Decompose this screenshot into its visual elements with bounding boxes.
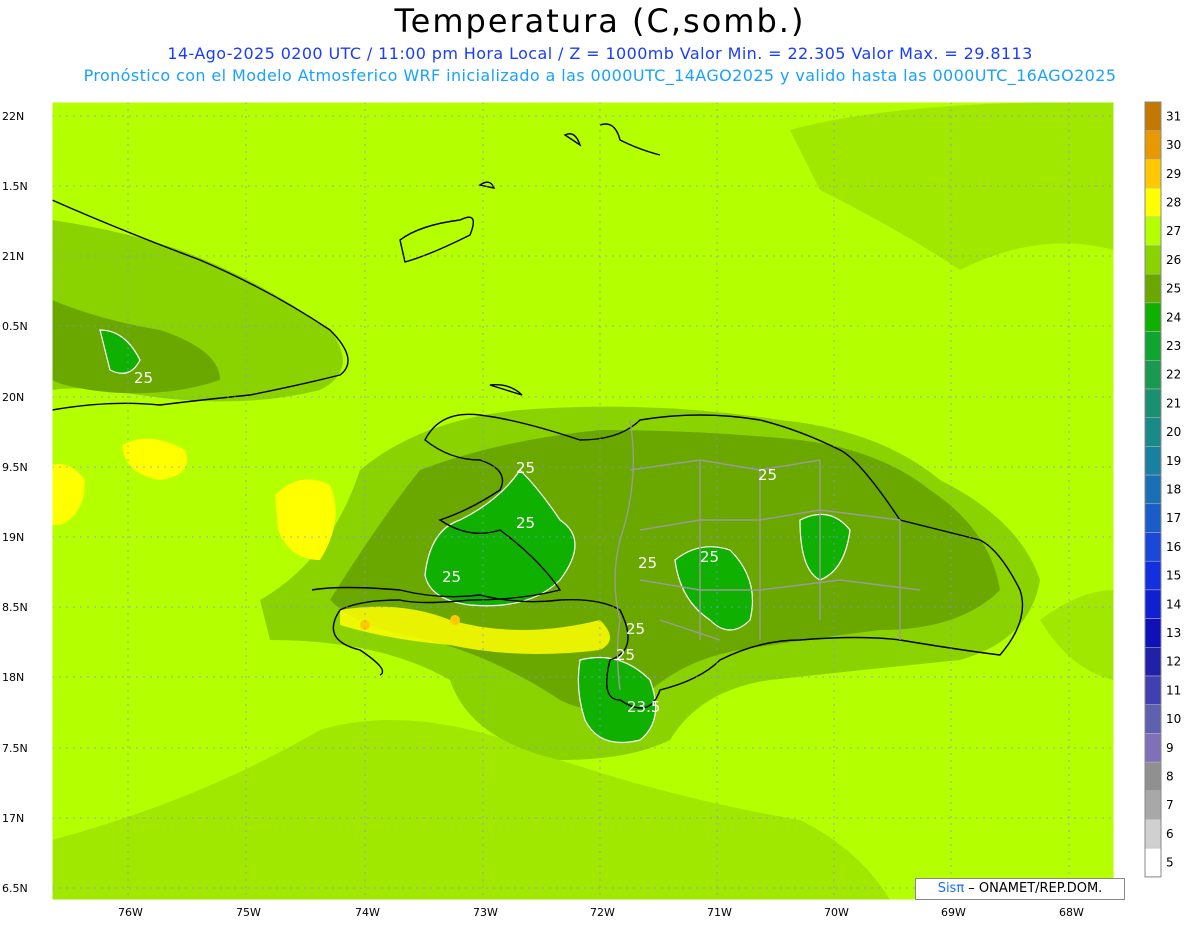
colorbar-swatch (1144, 130, 1162, 160)
colorbar-label: 30 (1166, 138, 1181, 152)
map-figure: 25 25 25 25 25 25 25 25 25 23.5 22N 1.5N… (2, 101, 1181, 919)
lat-tick-label: 20N (2, 391, 24, 404)
colorbar-swatch (1144, 704, 1162, 734)
colorbar: 31 30 29 28 27 26 25 24 23 22 21 20 19 18 17 16 15 14 13 12… (1144, 101, 1181, 878)
colorbar-swatch (1144, 618, 1162, 648)
colorbar-swatch (1144, 388, 1162, 418)
lon-tick-label: 70W (824, 906, 849, 919)
colorbar-label: 17 (1166, 511, 1181, 525)
colorbar-swatch (1144, 847, 1162, 878)
contour-label: 23.5 (627, 698, 660, 716)
colorbar-swatch (1144, 245, 1162, 275)
colorbar-label: 22 (1166, 368, 1181, 382)
colorbar-swatch (1144, 503, 1162, 533)
longitude-axis: 76W 75W 74W 73W 72W 71W 70W 69W 68W (118, 906, 1084, 919)
lat-tick-label: 18N (2, 671, 24, 684)
colorbar-swatch (1144, 187, 1162, 218)
colorbar-label: 24 (1166, 310, 1181, 324)
colorbar-swatch (1144, 675, 1162, 705)
colorbar-label: 8 (1166, 769, 1174, 783)
colorbar-swatch (1144, 560, 1162, 591)
colorbar-swatch (1144, 302, 1162, 332)
lon-tick-label: 68W (1059, 906, 1084, 919)
lat-tick-label: 1.5N (2, 180, 28, 193)
colorbar-swatch (1144, 532, 1162, 562)
sisp-logo-text: Sisπ (937, 881, 965, 896)
contour-label: 25 (134, 369, 153, 387)
colorbar-swatch (1144, 101, 1162, 131)
colorbar-swatch (1144, 331, 1162, 361)
colorbar-label: 7 (1166, 798, 1174, 812)
lon-tick-label: 73W (473, 906, 498, 919)
lat-tick-label: 19N (2, 531, 24, 544)
colorbar-label: 5 (1166, 856, 1174, 870)
colorbar-swatch (1144, 589, 1162, 619)
colorbar-swatch (1144, 446, 1162, 476)
colorbar-label: 14 (1166, 597, 1181, 611)
colorbar-label: 31 (1166, 109, 1181, 123)
contour-label: 25 (616, 646, 635, 664)
colorbar-swatch (1144, 790, 1162, 820)
lon-tick-label: 76W (118, 906, 143, 919)
contour-label: 25 (626, 620, 645, 638)
lat-tick-label: 22N (2, 110, 24, 123)
colorbar-swatch (1144, 216, 1162, 246)
lat-tick-label: 21N (2, 250, 24, 263)
contour-label: 25 (516, 459, 535, 477)
contour-label: 25 (758, 466, 777, 484)
credit-box: Sisπ – ONAMET/REP.DOM. (915, 878, 1125, 900)
lat-tick-label: 0.5N (2, 320, 28, 333)
colorbar-label: 21 (1166, 396, 1181, 410)
colorbar-label: 28 (1166, 195, 1181, 209)
colorbar-label: 18 (1166, 482, 1181, 496)
colorbar-label: 27 (1166, 224, 1181, 238)
lat-tick-label: 17N (2, 812, 24, 825)
colorbar-label: 13 (1166, 626, 1181, 640)
colorbar-label: 19 (1166, 454, 1181, 468)
colorbar-swatch (1144, 417, 1162, 447)
lat-tick-label: 7.5N (2, 742, 28, 755)
lon-tick-label: 69W (941, 906, 966, 919)
colorbar-label: 23 (1166, 339, 1181, 353)
colorbar-label: 11 (1166, 683, 1181, 697)
lon-tick-label: 74W (355, 906, 380, 919)
credit-text: – ONAMET/REP.DOM. (964, 881, 1103, 896)
colorbar-swatch (1144, 159, 1162, 189)
lat-tick-label: 9.5N (2, 461, 28, 474)
map-area: 25 25 25 25 25 25 25 25 25 23.5 (51, 101, 1115, 901)
colorbar-label: 20 (1166, 425, 1181, 439)
colorbar-swatch (1144, 733, 1162, 763)
colorbar-label: 12 (1166, 655, 1181, 669)
lon-tick-label: 75W (236, 906, 261, 919)
contour-label: 25 (638, 554, 657, 572)
lon-tick-label: 71W (707, 906, 732, 919)
colorbar-label: 9 (1166, 741, 1174, 755)
lon-tick-label: 72W (590, 906, 615, 919)
colorbar-swatch (1144, 647, 1162, 677)
colorbar-label: 16 (1166, 540, 1181, 554)
colorbar-swatch (1144, 761, 1162, 792)
colorbar-label: 26 (1166, 253, 1181, 267)
colorbar-label: 15 (1166, 569, 1181, 583)
latitude-axis: 22N 1.5N 21N 0.5N 20N 9.5N 19N 8.5N 18N … (2, 110, 28, 895)
colorbar-swatch (1144, 819, 1162, 849)
colorbar-swatch (1144, 273, 1162, 304)
contour-label: 25 (700, 548, 719, 566)
colorbar-label: 6 (1166, 827, 1174, 841)
contour-label: 25 (516, 514, 535, 532)
colorbar-label: 25 (1166, 282, 1181, 296)
contour-label: 25 (442, 568, 461, 586)
lat-tick-label: 6.5N (2, 882, 28, 895)
colorbar-swatch (1144, 360, 1162, 390)
colorbar-swatch (1144, 474, 1162, 505)
colorbar-label: 10 (1166, 712, 1181, 726)
lat-tick-label: 8.5N (2, 601, 28, 614)
colorbar-label: 29 (1166, 167, 1181, 181)
